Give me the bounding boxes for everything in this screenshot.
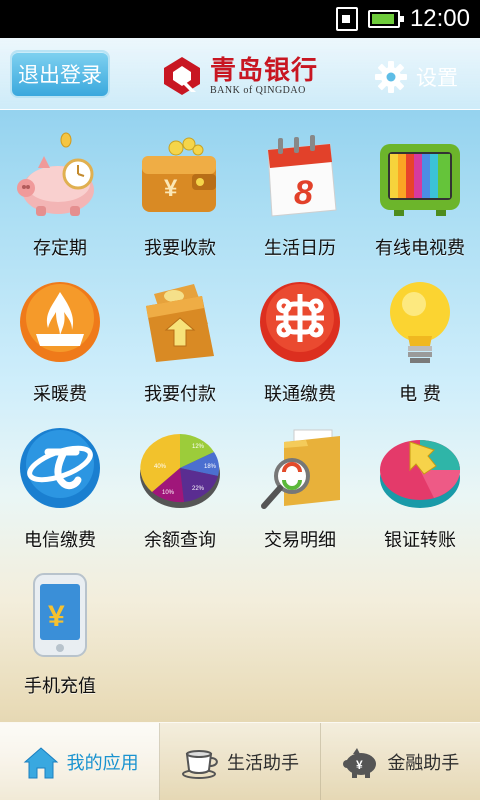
tv-icon (380, 144, 460, 216)
wallet-yuan-icon: ¥ (142, 137, 216, 212)
app-label: 联通缴费 (264, 384, 336, 405)
bank-name-cn: 青岛银行 (210, 55, 319, 86)
app-label: 生活日历 (264, 238, 336, 259)
unicom-icon (260, 282, 340, 362)
app-label: 采暖费 (33, 384, 87, 405)
app-label: 余额查询 (144, 530, 216, 551)
flame-icon (20, 282, 100, 362)
app-header: 退出登录 青岛银行 BANK of QINGDAO 设置 (0, 38, 480, 110)
pie-chart-icon: 12% 18% 22% 10% 40% (140, 434, 220, 508)
app-label: 我要付款 (144, 384, 216, 405)
calendar-day: 8 (294, 174, 313, 212)
app-label: 我要收款 (144, 238, 216, 259)
settings-label: 设置 (416, 66, 458, 90)
logout-button[interactable]: 退出登录 (10, 50, 110, 98)
app-calendar[interactable]: 8 生活日历 (240, 122, 360, 262)
pie-label-22: 22% (192, 486, 205, 492)
app-balance-inquiry[interactable]: 12% 18% 22% 10% 40% 余额查询 (120, 414, 240, 554)
app-receive-money[interactable]: ¥ 我要收款 (120, 122, 240, 262)
app-electricity-fee[interactable]: 电 费 (360, 268, 480, 408)
tab-my-apps[interactable]: 我的应用 (0, 723, 161, 800)
svg-text:¥: ¥ (356, 758, 363, 772)
lightbulb-icon (390, 282, 450, 363)
telecom-icon (20, 428, 100, 508)
app-label: 电信缴费 (24, 530, 96, 551)
phone-recharge-icon: ¥ (33, 573, 87, 657)
settings-button[interactable]: 设置 (374, 60, 458, 94)
app-heating-fee[interactable]: 采暖费 (0, 268, 120, 408)
app-label: 手机充值 (24, 676, 96, 697)
tab-label: 生活助手 (226, 752, 299, 774)
tab-finance-assistant[interactable]: ¥ 金融助手 (321, 723, 480, 800)
app-make-payment[interactable]: 我要付款 (120, 268, 240, 408)
bank-logo-icon (164, 57, 200, 95)
gear-icon (375, 61, 407, 93)
pie-label-40: 40% (154, 464, 167, 470)
pie-label-12: 12% (192, 444, 205, 450)
app-unicom-fee[interactable]: 联通缴费 (240, 268, 360, 408)
app-label: 存定期 (33, 238, 87, 259)
app-cable-tv-fee[interactable]: 有线电视费 (360, 122, 480, 262)
wallet-pay-icon (146, 284, 214, 362)
app-label: 银证转账 (384, 530, 456, 551)
app-label: 电 费 (399, 384, 441, 405)
tab-label: 我的应用 (66, 752, 139, 774)
pie-label-10: 10% (162, 490, 175, 496)
calendar-icon: 8 (267, 135, 337, 217)
status-bar: 12:00 (0, 0, 480, 38)
piggy-bank-icon (17, 132, 94, 216)
pie-label-18: 18% (204, 464, 217, 470)
tab-label: 金融助手 (387, 752, 460, 774)
app-phone-recharge[interactable]: ¥ 手机充值 (0, 560, 120, 700)
bank-brand: 青岛银行 BANK of QINGDAO (160, 52, 318, 100)
app-deposit[interactable]: 存定期 (0, 122, 120, 262)
app-telecom-fee[interactable]: 电信缴费 (0, 414, 120, 554)
home-icon (23, 746, 58, 778)
app-bank-securities-transfer[interactable]: 银证转账 (360, 414, 480, 554)
transfer-icon (380, 440, 460, 508)
folder-magnifier-icon (261, 429, 340, 509)
app-label: 有线电视费 (375, 238, 465, 259)
status-time: 12:00 (409, 5, 470, 32)
sim-icon (335, 7, 358, 31)
tab-life-assistant[interactable]: 生活助手 (160, 723, 321, 800)
app-transaction-details[interactable]: 交易明细 (240, 414, 360, 554)
bank-name-en: BANK of QINGDAO (210, 84, 306, 96)
svg-text:¥: ¥ (48, 600, 65, 633)
piggy-icon: ¥ (343, 747, 377, 778)
bottom-tab-bar: 我的应用 生活助手 ¥ 金融助手 (0, 722, 480, 800)
svg-text:¥: ¥ (164, 175, 178, 202)
battery-icon (367, 10, 404, 28)
coffee-cup-icon (181, 749, 218, 779)
app-label: 交易明细 (264, 530, 336, 551)
